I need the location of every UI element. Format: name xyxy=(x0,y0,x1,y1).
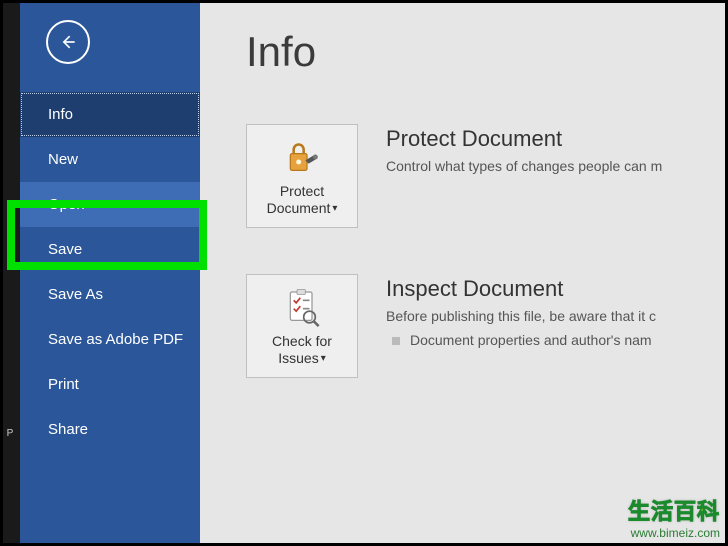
back-button[interactable] xyxy=(46,20,90,64)
section-description: Before publishing this file, be aware th… xyxy=(386,308,728,324)
section-description: Control what types of changes people can… xyxy=(386,158,728,174)
sidebar-item-label: Print xyxy=(48,376,79,393)
arrow-left-icon xyxy=(58,32,78,52)
section-title: Protect Document xyxy=(386,126,728,152)
backstage-content: Info Protect Document▾ Protect Document … xyxy=(200,0,728,546)
inspect-bullets: Document properties and author's nam xyxy=(386,332,728,348)
protect-document-section: Protect Document▾ Protect Document Contr… xyxy=(246,124,728,228)
protect-document-text: Protect Document Control what types of c… xyxy=(386,124,728,182)
protect-document-button[interactable]: Protect Document▾ xyxy=(246,124,358,228)
sidebar-item-save[interactable]: Save xyxy=(20,227,200,272)
checklist-icon xyxy=(282,287,322,327)
inspect-document-text: Inspect Document Before publishing this … xyxy=(386,274,728,348)
sidebar-item-label: Save as Adobe PDF xyxy=(48,331,183,348)
sidebar-item-label: Info xyxy=(48,106,73,123)
sidebar-item-share[interactable]: Share xyxy=(20,407,200,452)
app-root: P Info New Open Save Save As xyxy=(0,0,728,546)
check-for-issues-button[interactable]: Check for Issues▾ xyxy=(246,274,358,378)
sidebar-item-open[interactable]: Open xyxy=(20,182,200,227)
sidebar-item-save-as[interactable]: Save As xyxy=(20,272,200,317)
sidebar-item-label: Open xyxy=(48,196,85,213)
page-title: Info xyxy=(246,28,728,76)
backstage-menu: Info New Open Save Save As Save as Adobe… xyxy=(20,92,200,452)
list-item: Document properties and author's nam xyxy=(386,332,728,348)
edge-label: P xyxy=(7,428,14,439)
sidebar-item-print[interactable]: Print xyxy=(20,362,200,407)
sidebar-item-label: Save As xyxy=(48,286,103,303)
inspect-document-section: Check for Issues▾ Inspect Document Befor… xyxy=(246,274,728,378)
lock-icon xyxy=(282,137,322,177)
window-edge-dark: P xyxy=(0,0,20,546)
chevron-down-icon: ▾ xyxy=(321,353,326,366)
chevron-down-icon: ▾ xyxy=(332,203,337,216)
sidebar-item-label: New xyxy=(48,151,78,168)
sidebar-item-label: Save xyxy=(48,241,82,258)
sidebar-item-info[interactable]: Info xyxy=(20,92,200,137)
backstage-sidebar: Info New Open Save Save As Save as Adobe… xyxy=(20,0,200,546)
sidebar-item-label: Share xyxy=(48,421,88,438)
tile-label: Check for Issues▾ xyxy=(255,333,349,368)
sidebar-item-save-adobe-pdf[interactable]: Save as Adobe PDF xyxy=(20,317,200,362)
section-title: Inspect Document xyxy=(386,276,728,302)
tile-label: Protect Document▾ xyxy=(255,183,349,218)
sidebar-item-new[interactable]: New xyxy=(20,137,200,182)
